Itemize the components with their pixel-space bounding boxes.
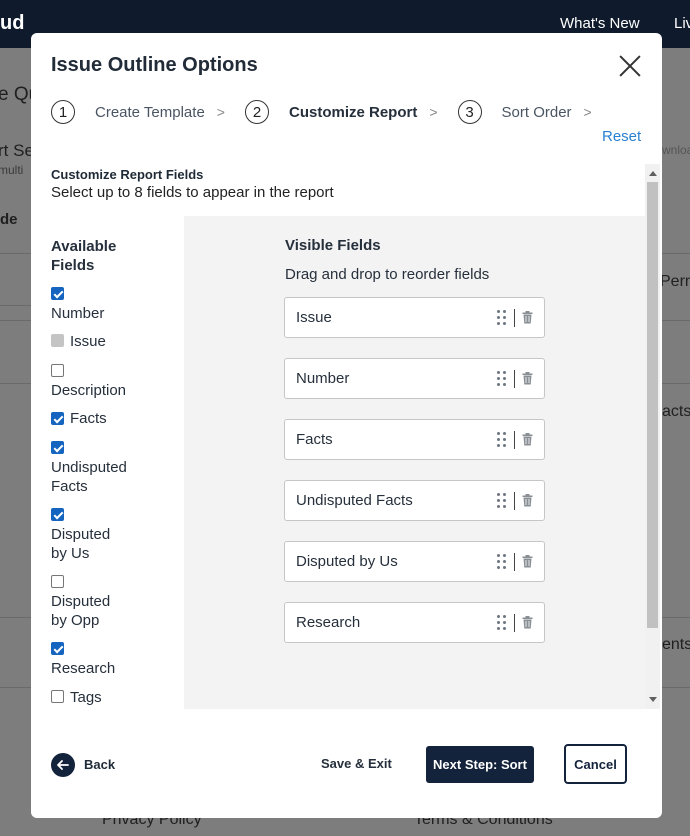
card-divider: [514, 309, 515, 327]
visible-field-card[interactable]: Number: [284, 358, 545, 399]
trash-icon[interactable]: [522, 433, 533, 446]
trash-icon[interactable]: [522, 372, 533, 385]
visible-field-label: Issue: [296, 309, 332, 326]
save-exit-button[interactable]: Save & Exit: [321, 756, 392, 771]
visible-field-card[interactable]: Research: [284, 602, 545, 643]
drag-handle-icon[interactable]: [497, 554, 507, 570]
visible-field-label: Undisputed Facts: [296, 492, 413, 509]
visible-fields-panel: Visible Fields Drag and drop to reorder …: [184, 216, 646, 709]
trash-icon[interactable]: [522, 555, 533, 568]
step-2-label: Customize Report: [288, 103, 418, 121]
stepper: 1 Create Template > 2 Customize Report >…: [51, 99, 612, 125]
chevron-right-icon: >: [429, 104, 438, 120]
visible-field-card[interactable]: Issue: [284, 297, 545, 338]
visible-field-label: Number: [296, 370, 350, 387]
trash-icon[interactable]: [522, 494, 533, 507]
bg-download-fragment: wnloa: [662, 143, 690, 157]
arrow-left-icon: [51, 753, 75, 777]
nav-whats-new[interactable]: What's New: [560, 15, 640, 32]
bg-divider: [662, 687, 690, 688]
bg-divider: [0, 687, 31, 688]
bg-cell-fragment: acts,: [662, 403, 690, 420]
card-divider: [514, 370, 515, 388]
checkbox-number[interactable]: [51, 287, 64, 300]
card-divider: [514, 553, 515, 571]
bg-section-fragment: rt Se: [0, 141, 34, 160]
checkbox-research[interactable]: [51, 642, 64, 655]
option-label: Undisputed Facts: [51, 459, 127, 495]
option-label: Disputed by Us: [51, 526, 111, 562]
nav-live[interactable]: Liv: [674, 15, 690, 32]
section-title: Customize Report Fields: [51, 167, 204, 182]
visible-field-card[interactable]: Undisputed Facts: [284, 480, 545, 521]
bg-cell-fragment: ents,: [662, 636, 690, 653]
option-label: Number: [51, 305, 105, 322]
reset-link[interactable]: Reset: [602, 128, 641, 145]
drag-handle-icon[interactable]: [497, 310, 507, 326]
drag-handle-icon[interactable]: [497, 432, 507, 448]
trash-icon[interactable]: [522, 616, 533, 629]
visible-fields-subtitle: Drag and drop to reorder fields: [285, 266, 490, 283]
visible-field-label: Research: [296, 614, 361, 631]
bg-divider: [0, 305, 31, 306]
step-3-number: 3: [457, 100, 482, 124]
chevron-right-icon: >: [583, 104, 592, 120]
bg-divider: [662, 383, 690, 384]
bg-sub-fragment: multi: [0, 163, 24, 177]
next-step-sort-button[interactable]: Next Step: Sort: [426, 746, 534, 783]
visible-fields-heading: Visible Fields: [285, 237, 381, 254]
option-label: Research: [51, 660, 116, 677]
issue-outline-options-modal: Issue Outline Options 1 Create Template …: [31, 33, 662, 818]
bg-divider: [662, 617, 690, 618]
close-icon[interactable]: [617, 53, 643, 79]
option-label: Facts: [70, 410, 107, 427]
step-1-label: Create Template: [95, 103, 205, 121]
step-2-number: 2: [244, 100, 269, 124]
checkbox-undisputed-facts[interactable]: [51, 441, 64, 454]
checkbox-tags[interactable]: [51, 690, 64, 703]
step-3-label: Sort Order: [501, 103, 572, 121]
checkbox-facts[interactable]: [51, 412, 64, 425]
bg-divider: [0, 253, 31, 254]
visible-field-card[interactable]: Disputed by Us: [284, 541, 545, 582]
bg-divider: [0, 320, 31, 321]
content-scrollbar[interactable]: [645, 164, 660, 709]
card-divider: [514, 431, 515, 449]
scroll-up-arrow-icon[interactable]: [649, 171, 657, 176]
option-label: Tags: [70, 689, 102, 706]
checkbox-disputed-by-us[interactable]: [51, 508, 64, 521]
chevron-right-icon: >: [216, 104, 225, 120]
drag-handle-icon[interactable]: [497, 615, 507, 631]
visible-field-card[interactable]: Facts: [284, 419, 545, 460]
drag-handle-icon[interactable]: [497, 493, 507, 509]
checkbox-disputed-by-opp[interactable]: [51, 575, 64, 588]
card-divider: [514, 492, 515, 510]
available-fields-heading: Available Fields: [51, 238, 117, 274]
visible-field-label: Facts: [296, 431, 333, 448]
scrollbar-thumb[interactable]: [647, 182, 658, 628]
back-label: Back: [84, 757, 116, 772]
checkbox-description[interactable]: [51, 364, 64, 377]
option-label: Issue: [70, 333, 106, 350]
bg-perm-fragment: Perm: [660, 273, 690, 290]
bg-column-fragment: de: [0, 211, 18, 228]
visible-field-label: Disputed by Us: [296, 553, 398, 570]
card-divider: [514, 614, 515, 632]
bg-divider: [0, 617, 31, 618]
modal-title: Issue Outline Options: [51, 54, 258, 76]
drag-handle-icon[interactable]: [497, 371, 507, 387]
scrollable-content: Customize Report Fields Select up to 8 f…: [51, 164, 652, 709]
step-1-number: 1: [51, 100, 75, 124]
bg-divider: [662, 253, 690, 254]
section-subtitle: Select up to 8 fields to appear in the r…: [51, 184, 334, 201]
option-label: Disputed by Opp: [51, 593, 111, 629]
scroll-down-arrow-icon[interactable]: [649, 697, 657, 702]
app-brand: ud: [0, 12, 25, 34]
option-label: Description: [51, 382, 127, 399]
bg-divider: [662, 320, 690, 321]
cancel-button[interactable]: Cancel: [564, 744, 627, 784]
bg-divider: [0, 383, 31, 384]
checkbox-issue: [51, 334, 64, 347]
trash-icon[interactable]: [522, 311, 533, 324]
